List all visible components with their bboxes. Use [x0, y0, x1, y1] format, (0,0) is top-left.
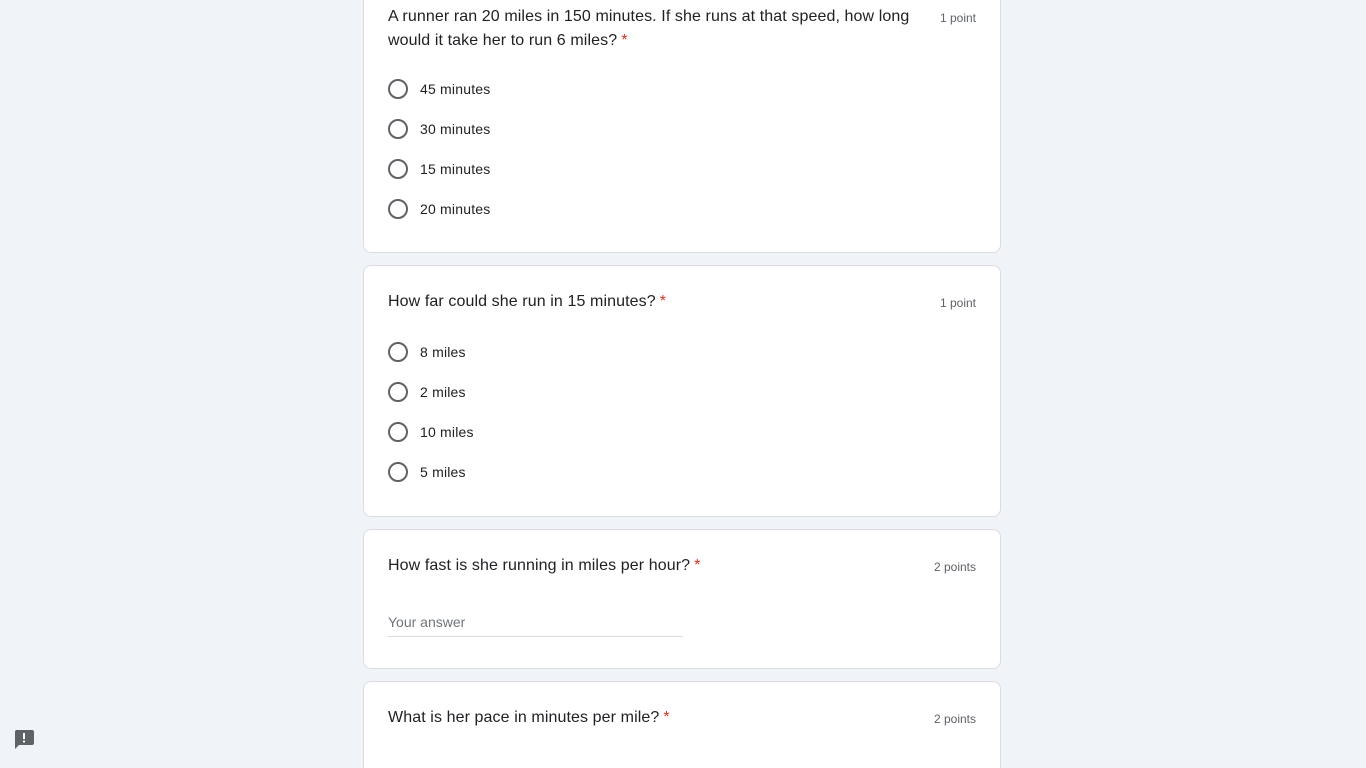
radio-option[interactable]: 8 miles: [388, 332, 474, 372]
radio-button[interactable]: [388, 199, 408, 219]
radio-button[interactable]: [388, 422, 408, 442]
question-title: How fast is she running in miles per hou…: [388, 557, 701, 574]
radio-button[interactable]: [388, 462, 408, 482]
question-card-4: What is her pace in minutes per mile? * 2…: [363, 681, 1001, 768]
question-title: A runner ran 20 miles in 150 minutes. If…: [388, 8, 910, 49]
radio-button[interactable]: [388, 119, 408, 139]
radio-button[interactable]: [388, 159, 408, 179]
required-asterisk: *: [694, 557, 701, 574]
radio-option[interactable]: 10 miles: [388, 412, 474, 452]
report-problem-button[interactable]: [13, 729, 35, 749]
radio-group: 8 miles 2 miles 10 miles 5 miles: [388, 332, 474, 492]
question-title: What is her pace in minutes per mile? *: [388, 709, 670, 726]
option-label: 5 miles: [420, 464, 466, 480]
radio-option[interactable]: 20 minutes: [388, 189, 490, 229]
option-label: 20 minutes: [420, 201, 491, 217]
required-asterisk: *: [663, 709, 670, 726]
question-points: 1 point: [939, 11, 976, 25]
question-header: How fast is she running in miles per hou…: [388, 554, 976, 578]
report-problem-icon: [14, 730, 34, 749]
radio-button[interactable]: [388, 382, 408, 402]
question-points: 1 point: [939, 296, 976, 310]
form-page: A runner ran 20 miles in 150 minutes. If…: [0, 0, 1366, 768]
question-title: How far could she run in 15 minutes? *: [388, 293, 667, 310]
question-header: What is her pace in minutes per mile? * 2…: [388, 706, 976, 730]
required-asterisk: *: [659, 293, 667, 310]
required-asterisk: *: [621, 32, 628, 49]
option-label: 45 minutes: [420, 81, 491, 97]
radio-button[interactable]: [388, 79, 408, 99]
question-header: A runner ran 20 miles in 150 minutes. If…: [388, 5, 976, 53]
radio-button[interactable]: [388, 342, 408, 362]
radio-option[interactable]: 5 miles: [388, 452, 474, 492]
question-header: How far could she run in 15 minutes? * 1 …: [388, 290, 976, 314]
question-points: 2 points: [933, 712, 976, 726]
option-label: 15 minutes: [420, 161, 491, 177]
option-label: 30 minutes: [420, 121, 491, 137]
radio-option[interactable]: 15 minutes: [388, 149, 490, 189]
radio-option[interactable]: 2 miles: [388, 372, 474, 412]
option-label: 2 miles: [420, 384, 466, 400]
radio-option[interactable]: 45 minutes: [388, 69, 490, 109]
question-card-2: How far could she run in 15 minutes? * 1 …: [363, 265, 1001, 517]
radio-group: 45 minutes 30 minutes 15 minutes 20 minu…: [388, 69, 490, 229]
question-points: 2 points: [933, 560, 976, 574]
short-answer-input[interactable]: [388, 612, 683, 637]
question-card-1: A runner ran 20 miles in 150 minutes. If…: [363, 0, 1001, 253]
option-label: 8 miles: [420, 344, 466, 360]
radio-option[interactable]: 30 minutes: [388, 109, 490, 149]
question-card-3: How fast is she running in miles per hou…: [363, 529, 1001, 669]
option-label: 10 miles: [420, 424, 474, 440]
